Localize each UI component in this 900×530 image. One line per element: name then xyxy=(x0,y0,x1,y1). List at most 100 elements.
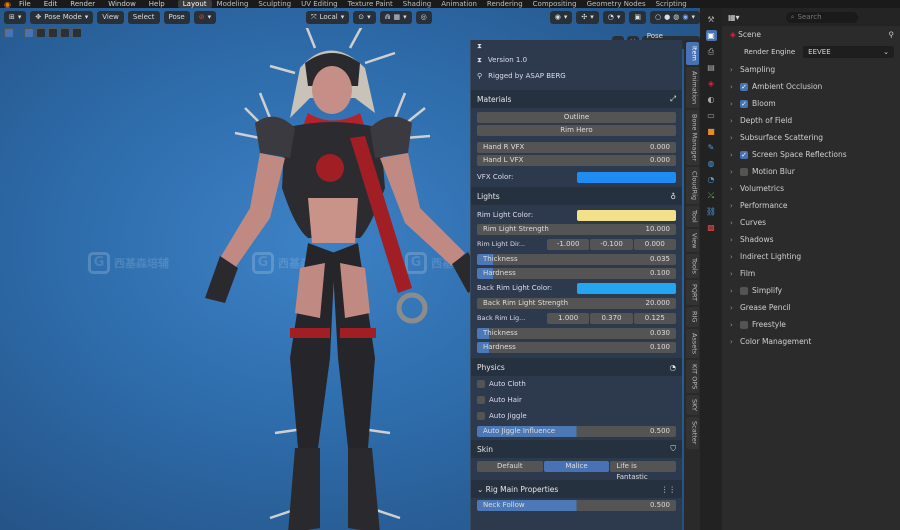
snap-toggle[interactable]: ⋒ ▦ ▾ xyxy=(379,10,412,24)
collection-icon[interactable]: ▭ xyxy=(706,110,717,121)
editor-type-button[interactable]: ⊞ ▾ xyxy=(4,10,27,24)
render-section-color-management[interactable]: › Color Management xyxy=(722,333,900,350)
object-icon[interactable]: ■ xyxy=(706,126,717,137)
tab-item[interactable]: Item xyxy=(685,42,699,65)
render-section-volumetrics[interactable]: › Volumetrics xyxy=(722,180,900,197)
search-input[interactable]: ⌕ Search xyxy=(785,11,858,23)
auto-cloth-checkbox[interactable] xyxy=(477,380,485,388)
back-rim-strength-field[interactable]: Back Rim Light Strength 20.000 xyxy=(477,297,676,309)
hardness-slider[interactable]: Hardness 0.100 xyxy=(477,341,676,353)
tab-animation[interactable]: Animation xyxy=(685,66,699,108)
rim-light-strength-field[interactable]: Rim Light Strength 10.000 xyxy=(477,224,676,235)
workspace-tab-layout[interactable]: Layout xyxy=(177,0,212,8)
character-model[interactable] xyxy=(190,28,490,530)
tab-sky[interactable]: SKY xyxy=(685,395,699,416)
tab-assets[interactable]: Assets xyxy=(685,328,699,358)
tab-bone-manager[interactable]: Bone Manager xyxy=(685,109,699,166)
select-invert-icon[interactable] xyxy=(60,28,70,38)
skin-option-default[interactable]: Default xyxy=(477,460,543,472)
render-engine-dropdown[interactable]: EEVEE ⌄ xyxy=(803,46,894,58)
render-section-motion-blur[interactable]: › Motion Blur xyxy=(722,163,900,180)
render-icon[interactable]: ▣ xyxy=(705,30,717,41)
workspace-tab-shading[interactable]: Shading xyxy=(398,0,436,8)
pivot-dropdown[interactable]: ⊙ ▾ xyxy=(353,10,376,24)
tab-tools[interactable]: Tools xyxy=(685,254,699,279)
workspace-tab-texture-paint[interactable]: Texture Paint xyxy=(343,0,398,8)
rim-hero-button[interactable]: Rim Hero xyxy=(477,125,676,136)
scene-icon[interactable]: ◈ xyxy=(706,78,717,89)
section-checkbox[interactable]: ✓ xyxy=(740,99,748,108)
visibility-dropdown[interactable]: ◉ ▾ xyxy=(549,10,573,24)
blender-logo-icon[interactable]: ◉ xyxy=(4,0,11,8)
skin-section-header[interactable]: Skin ⛉ xyxy=(471,440,682,458)
pin-icon[interactable]: ⚲ xyxy=(889,30,895,39)
menu-help[interactable]: Help xyxy=(149,0,165,8)
menu-render[interactable]: Render xyxy=(70,0,95,8)
tool-icon[interactable]: ⚒ xyxy=(706,14,717,25)
back-rim-dir-x[interactable]: 1.000 xyxy=(547,312,590,324)
select-extend-icon[interactable] xyxy=(36,28,46,38)
view-menu[interactable]: View xyxy=(97,10,124,24)
jiggle-influence-slider[interactable]: Auto Jiggle Influence 0.500 xyxy=(477,425,676,437)
select-subtract-icon[interactable] xyxy=(48,28,58,38)
render-section-film[interactable]: › Film xyxy=(722,265,900,282)
view-layer-icon[interactable]: ▤ xyxy=(706,62,717,73)
tab-view[interactable]: View xyxy=(685,228,699,253)
proportional-edit-toggle[interactable]: ◎ xyxy=(415,10,432,24)
menu-edit[interactable]: Edit xyxy=(44,0,58,8)
render-section-bloom[interactable]: › ✓ Bloom xyxy=(722,95,900,112)
workspace-tab-geometry-nodes[interactable]: Geometry Nodes xyxy=(582,0,651,8)
neck-follow-slider[interactable]: Neck Follow 0.500 xyxy=(477,499,676,511)
texture-icon[interactable]: ▩ xyxy=(706,222,717,233)
render-section-depth-of-field[interactable]: › Depth of Field xyxy=(722,112,900,129)
gizmo-toggle[interactable]: ✣ ▾ xyxy=(576,10,599,24)
render-section-performance[interactable]: › Performance xyxy=(722,197,900,214)
render-section-shadows[interactable]: › Shadows xyxy=(722,231,900,248)
skin-option-malice[interactable]: Malice xyxy=(543,460,610,472)
render-section-freestyle[interactable]: › Freestyle xyxy=(722,316,900,333)
lights-section-header[interactable]: Lights ♁ xyxy=(471,187,682,205)
skin-option-life-is-fantastic[interactable]: Life is Fantastic xyxy=(610,460,677,481)
hand-l-vfx-field[interactable]: Hand L VFX 0.000 xyxy=(477,155,676,166)
shading-buttons[interactable]: ○ ● ◍ ◉ ▾ xyxy=(650,10,700,24)
workspace-tab-scripting[interactable]: Scripting xyxy=(651,0,692,8)
render-section-ambient-occlusion[interactable]: › ✓ Ambient Occlusion xyxy=(722,78,900,95)
modifier-icon[interactable]: ✎ xyxy=(706,142,717,153)
tab-kit-ops[interactable]: KIT OPS xyxy=(685,359,699,394)
render-section-simplify[interactable]: › Simplify xyxy=(722,282,900,299)
physics-icon[interactable]: ◔ xyxy=(706,174,717,185)
auto-hair-checkbox[interactable] xyxy=(477,396,485,404)
section-checkbox[interactable]: ✓ xyxy=(740,82,748,91)
tab-tool[interactable]: Tool xyxy=(685,206,699,227)
workspace-tab-uv-editing[interactable]: UV Editing xyxy=(296,0,343,8)
menu-file[interactable]: File xyxy=(19,0,31,8)
materials-section-header[interactable]: Materials ⤢ xyxy=(471,90,682,108)
rig-main-section-header[interactable]: ⌄ Rig Main Properties ⋮⋮ xyxy=(471,480,682,498)
rim-light-dir-x[interactable]: -1.000 xyxy=(547,238,590,250)
mode-dropdown[interactable]: ✥ Pose Mode ▾ xyxy=(30,10,94,24)
thickness-slider[interactable]: Thickness 0.030 xyxy=(477,327,676,339)
physics-section-header[interactable]: Physics ◔ xyxy=(471,358,682,376)
hardness-slider[interactable]: Hardness 0.100 xyxy=(477,267,676,279)
select-intersect-icon[interactable] xyxy=(72,28,82,38)
workspace-tab-modeling[interactable]: Modeling xyxy=(212,0,254,8)
workspace-tab-compositing[interactable]: Compositing xyxy=(528,0,582,8)
bone-icon[interactable]: ⤯ xyxy=(706,190,717,201)
render-section-grease-pencil[interactable]: › Grease Pencil xyxy=(722,299,900,316)
particles-icon[interactable]: ◍ xyxy=(706,158,717,169)
editor-type-icon[interactable]: ▦▾ xyxy=(728,13,740,22)
xray-toggle[interactable]: ▣ xyxy=(629,10,647,24)
workspace-tab-rendering[interactable]: Rendering xyxy=(482,0,528,8)
rim-light-dir-y[interactable]: -0.100 xyxy=(590,238,633,250)
rim-light-dir-z[interactable]: 0.000 xyxy=(633,238,676,250)
render-section-screen-space-reflections[interactable]: › ✓ Screen Space Reflections xyxy=(722,146,900,163)
back-rim-dir-y[interactable]: 0.370 xyxy=(590,312,633,324)
section-checkbox[interactable] xyxy=(740,167,748,176)
section-checkbox[interactable] xyxy=(740,286,748,295)
render-section-sampling[interactable]: › Sampling xyxy=(722,61,900,78)
no-entry-toggle[interactable]: ⊘ ▾ xyxy=(193,10,217,24)
vfx-color-swatch[interactable] xyxy=(577,171,676,183)
select-menu[interactable]: Select xyxy=(127,10,160,24)
tab-scatter[interactable]: Scatter xyxy=(685,417,699,449)
hand-r-vfx-field[interactable]: Hand R VFX 0.000 xyxy=(477,142,676,153)
